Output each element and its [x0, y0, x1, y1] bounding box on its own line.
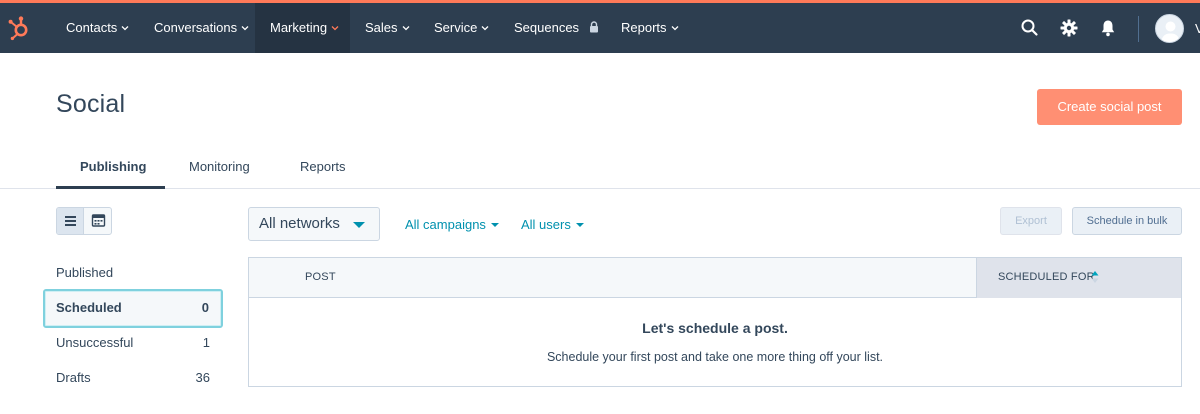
chevron-down-icon [241, 25, 249, 30]
account-name-truncated[interactable]: V [1195, 3, 1200, 53]
tab-monitoring[interactable]: Monitoring [189, 159, 250, 174]
nav-conversations[interactable]: Conversations [154, 3, 249, 53]
nav-contacts[interactable]: Contacts [66, 3, 129, 53]
nav-sequences-label: Sequences [514, 20, 580, 35]
chevron-down-icon [331, 25, 339, 30]
sidebar-item-drafts[interactable]: Drafts 36 [56, 368, 210, 388]
campaigns-filter[interactable]: All campaigns [405, 217, 499, 232]
sort-icon [1091, 271, 1099, 283]
nav-sequences[interactable]: Sequences [514, 3, 599, 53]
export-button[interactable]: Export [1000, 207, 1062, 235]
nav-sales-label: Sales [365, 20, 398, 35]
nav-reports-label: Reports [621, 20, 667, 35]
chevron-down-icon [481, 25, 489, 30]
nav-conversations-label: Conversations [154, 20, 238, 35]
top-navigation: Contacts Conversations Marketing Sales S… [0, 3, 1200, 53]
view-toggle [56, 207, 112, 235]
avatar-icon[interactable] [1155, 14, 1184, 43]
empty-state-title: Let's schedule a post. [642, 320, 788, 336]
users-filter-label: All users [521, 217, 571, 232]
nav-contacts-label: Contacts [66, 20, 118, 35]
column-header-scheduled-for[interactable]: SCHEDULED FOR [976, 258, 1181, 298]
nav-marketing-label: Marketing [270, 20, 328, 35]
nav-reports[interactable]: Reports [621, 3, 679, 53]
nav-divider [1138, 16, 1139, 42]
sidebar-item-count: 1 [202, 335, 210, 350]
caret-down-icon [353, 222, 365, 228]
sidebar-item-scheduled[interactable]: Scheduled 0 [43, 289, 223, 328]
nav-marketing[interactable]: Marketing [255, 3, 350, 53]
column-header-post[interactable]: POST [305, 271, 336, 283]
create-social-post-button[interactable]: Create social post [1037, 89, 1182, 125]
gear-icon[interactable] [1059, 18, 1079, 38]
sidebar-item-count: 36 [195, 370, 210, 385]
sidebar-item-published[interactable]: Published [56, 263, 210, 283]
chevron-down-icon [402, 25, 409, 30]
schedule-in-bulk-button[interactable]: Schedule in bulk [1072, 207, 1182, 235]
chevron-down-icon [121, 25, 129, 30]
bell-icon[interactable] [1098, 18, 1118, 38]
sidebar-item-label: Published [56, 265, 114, 280]
caret-down-icon [575, 222, 584, 227]
sidebar-item-count: 0 [201, 300, 209, 315]
list-view-icon[interactable] [57, 208, 84, 234]
sidebar-item-unsuccessful[interactable]: Unsuccessful 1 [56, 333, 210, 353]
chevron-down-icon [671, 25, 678, 30]
hubspot-sprocket-icon[interactable] [6, 15, 32, 41]
tab-reports[interactable]: Reports [300, 159, 346, 174]
active-tab-indicator [56, 186, 165, 189]
calendar-icon[interactable] [85, 208, 111, 234]
page-title: Social [56, 90, 126, 118]
search-icon[interactable] [1020, 18, 1040, 38]
tab-publishing[interactable]: Publishing [80, 159, 146, 174]
lock-icon [589, 20, 598, 33]
caret-down-icon [490, 222, 499, 227]
posts-table: POST SCHEDULED FOR Let's schedule a post… [248, 257, 1182, 387]
nav-sales[interactable]: Sales [365, 3, 410, 53]
tabs-divider [0, 188, 1200, 189]
table-header: POST SCHEDULED FOR [249, 258, 1181, 298]
network-select[interactable]: All networks [248, 207, 380, 241]
column-header-label: SCHEDULED FOR [998, 271, 1095, 283]
network-select-value: All networks [259, 215, 340, 232]
users-filter[interactable]: All users [521, 217, 584, 232]
sidebar-item-label: Drafts [56, 370, 91, 385]
nav-service[interactable]: Service [434, 3, 489, 53]
sidebar-item-label: Unsuccessful [56, 335, 134, 350]
campaigns-filter-label: All campaigns [405, 217, 486, 232]
sidebar-item-label: Scheduled [56, 300, 122, 315]
nav-service-label: Service [434, 20, 478, 35]
empty-state-subtitle: Schedule your first post and take one mo… [546, 350, 884, 364]
